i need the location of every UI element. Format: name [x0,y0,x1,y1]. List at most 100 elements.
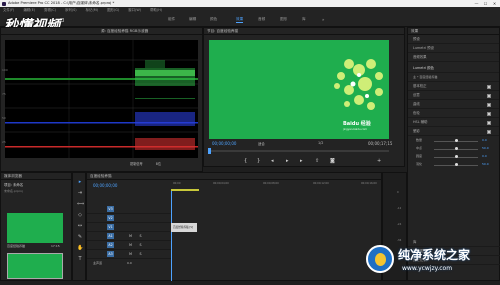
workspace-tab-libraries[interactable]: 库 [302,17,306,22]
track-v1-label[interactable]: V1 [107,224,114,230]
effects-item-audio[interactable]: 音频效果 [408,53,499,62]
minimize-button[interactable]: — [472,0,481,7]
scopes-bitdepth-label[interactable]: 8位 [156,162,161,166]
timeline-panel: 百度经验养猫 00;00;00;00 00;00 00;00;04;00 00;… [86,172,382,281]
program-monitor-title[interactable]: 节目: 百度经验养猫 [204,28,404,35]
pen-tool-icon[interactable]: ✎ [77,234,83,240]
mute-a2-button[interactable]: M [127,242,134,248]
project-sequence-thumbnail[interactable] [7,253,63,279]
mark-out-icon[interactable]: } [257,158,260,164]
timeline-tab[interactable]: 百度经验养猫 [87,173,381,180]
vignette-slider-knob[interactable] [454,147,458,150]
effects-item-lumetri-presets[interactable]: Lumetri 预设 [408,44,499,53]
maximize-button[interactable]: ☐ [481,0,490,7]
hand-tool-icon[interactable]: ✋ [77,245,83,251]
wheels-checkbox[interactable] [487,111,491,116]
lumetri-section-wheels[interactable]: 色轮 [408,109,499,118]
program-resolution-dropdown[interactable]: 1/2 [318,141,323,145]
mark-in-icon[interactable]: { [244,158,247,164]
menu-marker[interactable]: 标记(M) [86,8,98,12]
vignette-slider-knob[interactable] [454,139,458,142]
workspace-tab-graphics[interactable]: 图形 [280,17,287,22]
program-timecode-current[interactable]: 00;00;00;00 [212,141,236,146]
lumetri-section-basic[interactable]: 基本校正 [408,82,499,91]
track-a2-label[interactable]: A2 [107,242,114,248]
watermark-subtitle: jingyan.baidu.com [343,128,367,131]
track-a3-label[interactable]: A3 [107,251,114,257]
lumetri-section-creative[interactable]: 创意 [408,91,499,100]
vignette-slider-value[interactable]: 50.0 [482,162,489,166]
project-panel-title[interactable]: 媒体浏览器 [1,173,71,180]
slip-tool-icon[interactable]: ↔ [77,223,83,229]
add-button-icon[interactable]: + [377,158,381,164]
lumetri-section-curves[interactable]: 曲线 [408,100,499,109]
close-button[interactable]: ✕ [490,0,499,7]
project-name[interactable]: 项目: 未命名 [1,180,71,189]
menu-clip[interactable]: 剪辑(C) [44,8,56,12]
creative-checkbox[interactable] [487,93,491,98]
track-a1-label[interactable]: A1 [107,233,114,239]
timeline-work-area[interactable] [171,189,199,191]
lumetri-color-tab[interactable]: Lumetri 颜色 [408,64,499,73]
mute-a3-button[interactable]: M [127,251,134,257]
vignette-slider-value[interactable]: 0.0 [482,138,487,142]
hsl-checkbox[interactable] [487,120,491,125]
scopes-tab-label[interactable]: 源: 百度经验养猫 RGB示波器 [101,29,148,33]
workspace-tab-editing[interactable]: 编辑 [189,17,196,22]
track-v2-label[interactable]: V2 [107,215,114,221]
workspace-tab-color[interactable]: 颜色 [210,17,217,22]
step-back-icon[interactable]: ◂ [271,158,274,164]
track-v3-label[interactable]: V3 [107,206,114,212]
vignette-slider-knob[interactable] [454,163,458,166]
mute-a1-button[interactable]: M [127,233,134,239]
lumetri-section-hsl[interactable]: HSL 辅助 [408,118,499,127]
effects-panel-title[interactable]: 效果 [408,28,499,35]
solo-a2-button[interactable]: S [137,242,144,248]
type-tool-icon[interactable]: T [77,256,83,262]
solo-a3-button[interactable]: S [137,251,144,257]
ruler-tick-16: 00;00;16;00 [361,182,377,185]
ruler-tick-12: 00;00;12;00 [313,182,329,185]
timeline-timecode[interactable]: 00;00;00;00 [93,183,117,188]
menu-help[interactable]: 帮助(H) [150,8,162,12]
export-frame-icon[interactable]: ◙ [330,158,335,164]
vignette-slider-value[interactable]: 0.0 [482,154,487,158]
site-watermark-url: www.ycwjzy.com [402,265,453,272]
vignette-slider-value[interactable]: 50.0 [482,146,489,150]
solo-a1-button[interactable]: S [137,233,144,239]
workspace-tab-audio[interactable]: 音频 [258,17,265,22]
menu-file[interactable]: 文件(F) [3,8,14,12]
workspace-more-icon[interactable]: » [322,17,324,22]
scopes-clamp-label[interactable]: 钳制信号 [130,162,143,166]
timeline-ruler[interactable]: 00;00 00;00;04;00 00;00;08;00 00;00;12;0… [171,181,381,189]
play-icon[interactable]: ▸ [286,158,289,164]
workspace-tab-effects[interactable]: 效果 [236,17,244,23]
menu-edit[interactable]: 编辑(E) [23,8,35,12]
project-clip-thumbnail[interactable] [7,213,63,243]
track-select-icon[interactable]: ⇥ [77,190,83,196]
razor-tool-icon[interactable]: ◇ [77,212,83,218]
curves-checkbox[interactable] [487,102,491,107]
vignette-slider-row: 数量 0.0 [416,138,496,145]
lumetri-section-vignette[interactable]: 晕影 [408,127,499,136]
menu-graphics[interactable]: 图形(G) [107,8,119,12]
program-playhead[interactable] [208,148,211,154]
step-forward-icon[interactable]: ▸ [300,158,303,164]
ripple-edit-icon[interactable]: ⟺ [77,201,84,207]
workspace-tab-assembly[interactable]: 组件 [168,17,175,22]
vignette-slider-knob[interactable] [454,155,458,158]
basic-checkbox[interactable] [487,84,491,89]
window-title: Adobe Premiere Pro CC 2018 - C:\用户\自媒体\未… [8,1,115,5]
effects-item-presets[interactable]: 预设 [408,35,499,44]
lift-icon[interactable]: ⇧ [315,158,319,164]
program-fit-dropdown[interactable]: 适合 [258,141,265,146]
menu-window[interactable]: 窗口(W) [128,8,141,12]
timeline-clip-v1[interactable]: 百度经验养猫 [V] [171,223,197,232]
vignette-checkbox[interactable] [487,129,491,134]
program-scrub-bar[interactable] [209,150,389,152]
selection-tool-icon[interactable]: ▸ [77,179,83,185]
project-clip-duration: 17:15 [51,244,60,248]
menu-sequence[interactable]: 序列(S) [65,8,77,12]
master-track-value[interactable]: 0.0 [127,261,132,265]
lumetri-clip-selector[interactable]: 主 * 百度经验养猫 [408,73,499,82]
